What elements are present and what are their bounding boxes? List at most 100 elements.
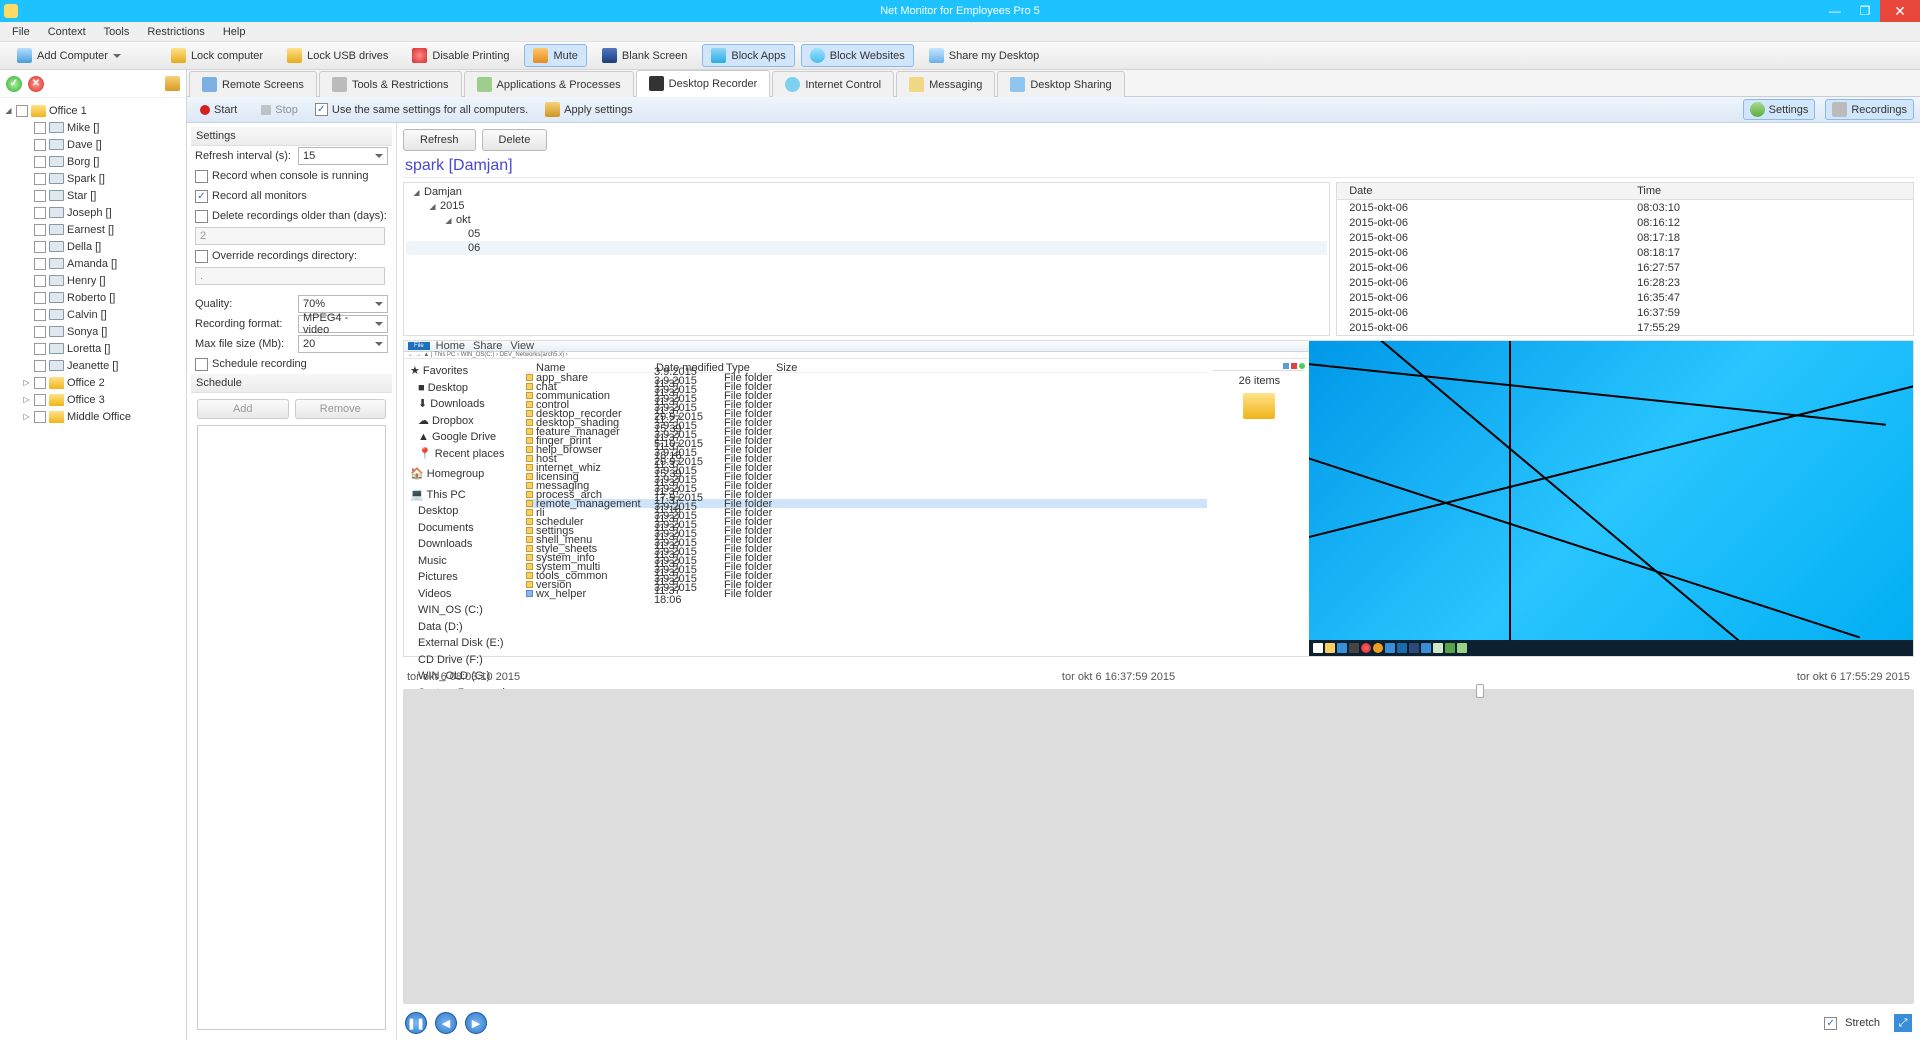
tab-internet-control[interactable]: Internet Control xyxy=(772,71,894,97)
tree-computer-item[interactable]: Star [] xyxy=(2,187,184,204)
settings-button[interactable]: Settings xyxy=(1743,99,1816,120)
tree-computer-item[interactable]: Roberto [] xyxy=(2,289,184,306)
use-same-checkbox[interactable]: ✓ xyxy=(315,103,328,116)
menu-restrictions[interactable]: Restrictions xyxy=(139,24,212,40)
table-row[interactable]: 2015-okt-0616:37:59 xyxy=(1337,305,1913,320)
maximize-button[interactable]: ❐ xyxy=(1850,0,1880,22)
folder-icon xyxy=(49,411,64,423)
tab-desktop-recorder[interactable]: Desktop Recorder xyxy=(636,70,771,97)
timestamp-end: tor okt 6 17:55:29 2015 xyxy=(1797,671,1910,683)
block-apps-button[interactable]: Block Apps xyxy=(702,44,794,67)
schedule-list[interactable] xyxy=(197,425,386,1030)
playback-slider[interactable] xyxy=(403,689,1914,1004)
timestamp-start: tor okt 6 08:03:10 2015 xyxy=(407,671,520,683)
monitor-icon xyxy=(49,258,64,269)
table-row[interactable]: 2015-okt-0616:28:23 xyxy=(1337,275,1913,290)
table-row[interactable]: 2015-okt-0617:55:29 xyxy=(1337,320,1913,335)
schedule-header: Schedule xyxy=(191,374,392,393)
monitor-icon xyxy=(49,190,64,201)
schedule-add-button[interactable]: Add xyxy=(197,399,289,419)
delete-older-checkbox[interactable] xyxy=(195,210,208,223)
quality-select[interactable]: 70% xyxy=(298,295,388,313)
tree-computer-item[interactable]: Earnest [] xyxy=(2,221,184,238)
tree-computer-item[interactable]: Joseph [] xyxy=(2,204,184,221)
refresh-button[interactable]: Refresh xyxy=(403,129,476,151)
record-all-checkbox[interactable]: ✓ xyxy=(195,190,208,203)
recording-preview: FileHomeShareView ← → ▲ | This PC › WIN_… xyxy=(403,340,1914,657)
folder-icon xyxy=(49,394,64,406)
lock-computer-button[interactable]: Lock computer xyxy=(162,44,272,67)
lock-icon xyxy=(171,48,186,63)
add-computer-button[interactable]: Add Computer xyxy=(8,44,130,67)
tree-computer-item[interactable]: Dave [] xyxy=(2,136,184,153)
approve-icon[interactable]: ✓ xyxy=(6,76,22,92)
stretch-checkbox[interactable]: ✓ xyxy=(1824,1017,1837,1030)
monitor-icon xyxy=(49,156,64,167)
recording-date-tree[interactable]: ◢Damjan ◢2015 ◢okt 05 06 xyxy=(403,182,1330,336)
table-row[interactable]: 2015-okt-0608:18:17 xyxy=(1337,245,1913,260)
tree-computer-item[interactable]: Sonya [] xyxy=(2,323,184,340)
recording-table[interactable]: DateTime 2015-okt-0608:03:102015-okt-060… xyxy=(1336,182,1914,336)
tab-desktop-sharing[interactable]: Desktop Sharing xyxy=(997,71,1124,97)
fullscreen-button[interactable]: ⤢ xyxy=(1894,1014,1912,1032)
max-size-select[interactable]: 20 xyxy=(298,335,388,353)
menu-help[interactable]: Help xyxy=(215,24,254,40)
computer-tree[interactable]: ◢Office 1 Mike []Dave []Borg []Spark []S… xyxy=(0,98,186,429)
tree-computer-item[interactable]: Spark [] xyxy=(2,170,184,187)
tree-computer-item[interactable]: Mike [] xyxy=(2,119,184,136)
menu-tools[interactable]: Tools xyxy=(96,24,138,40)
next-frame-button[interactable]: ▶ xyxy=(465,1012,487,1034)
reject-icon[interactable]: ✕ xyxy=(28,76,44,92)
refresh-interval-select[interactable]: 15 xyxy=(298,147,388,165)
tree-computer-item[interactable]: Calvin [] xyxy=(2,306,184,323)
monitor-icon xyxy=(49,207,64,218)
tree-computer-item[interactable]: Henry [] xyxy=(2,272,184,289)
tab-remote-screens[interactable]: Remote Screens xyxy=(189,71,317,97)
tree-computer-item[interactable]: Amanda [] xyxy=(2,255,184,272)
monitor-icon xyxy=(49,139,64,150)
schedule-checkbox[interactable] xyxy=(195,358,208,371)
tree-computer-item[interactable]: Borg [] xyxy=(2,153,184,170)
block-apps-icon xyxy=(711,48,726,63)
record-console-checkbox[interactable] xyxy=(195,170,208,183)
mute-button[interactable]: Mute xyxy=(524,44,586,67)
close-button[interactable]: ✕ xyxy=(1880,0,1920,22)
table-row[interactable]: 2015-okt-0608:03:10 xyxy=(1337,200,1913,215)
table-row[interactable]: 2015-okt-0616:27:57 xyxy=(1337,260,1913,275)
chevron-down-icon xyxy=(113,54,121,62)
block-websites-button[interactable]: Block Websites xyxy=(801,44,914,67)
override-dir-checkbox[interactable] xyxy=(195,250,208,263)
disable-printing-button[interactable]: Disable Printing xyxy=(403,44,518,67)
delete-button[interactable]: Delete xyxy=(482,129,548,151)
schedule-remove-button[interactable]: Remove xyxy=(295,399,387,419)
gear-icon xyxy=(1750,102,1765,117)
menu-context[interactable]: Context xyxy=(40,24,94,40)
table-row[interactable]: 2015-okt-0608:17:18 xyxy=(1337,230,1913,245)
stop-icon xyxy=(261,105,271,115)
tab-tools-restrictions[interactable]: Tools & Restrictions xyxy=(319,71,462,97)
table-row[interactable]: 2015-okt-0616:35:47 xyxy=(1337,290,1913,305)
globe-icon xyxy=(810,48,825,63)
lock-usb-button[interactable]: Lock USB drives xyxy=(278,44,397,67)
play-pause-button[interactable]: ❚❚ xyxy=(405,1012,427,1034)
tree-computer-item[interactable]: Della [] xyxy=(2,238,184,255)
chat-icon xyxy=(909,77,924,92)
edit-icon[interactable] xyxy=(165,76,180,91)
monitor-icon xyxy=(49,122,64,133)
prev-frame-button[interactable]: ◀ xyxy=(435,1012,457,1034)
tab-applications[interactable]: Applications & Processes xyxy=(464,71,634,97)
table-row[interactable]: 2015-okt-0608:16:12 xyxy=(1337,215,1913,230)
minimize-button[interactable]: — xyxy=(1820,0,1850,22)
apply-settings-button[interactable]: Apply settings xyxy=(538,99,639,120)
format-select[interactable]: MPEG4 - video xyxy=(298,315,388,333)
menu-file[interactable]: File xyxy=(4,24,38,40)
tree-computer-item[interactable]: Jeanette [] xyxy=(2,357,184,374)
share-desktop-button[interactable]: Share my Desktop xyxy=(920,44,1048,67)
blank-screen-button[interactable]: Blank Screen xyxy=(593,44,696,67)
start-button[interactable]: Start xyxy=(193,101,244,119)
stop-button[interactable]: Stop xyxy=(254,101,305,119)
tree-computer-item[interactable]: Loretta [] xyxy=(2,340,184,357)
recordings-button[interactable]: Recordings xyxy=(1825,99,1914,120)
tab-messaging[interactable]: Messaging xyxy=(896,71,995,97)
settings-header: Settings xyxy=(191,127,392,146)
